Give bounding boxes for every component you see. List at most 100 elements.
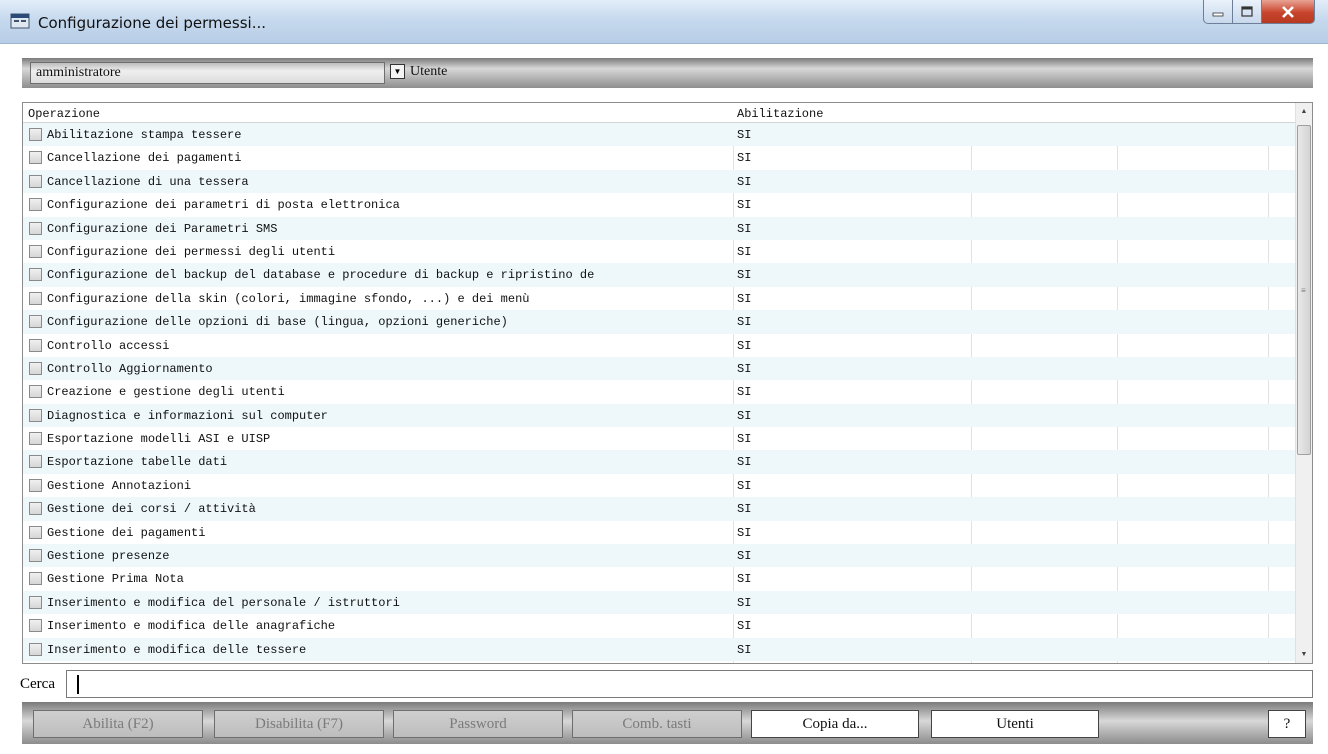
app-icon — [10, 13, 30, 29]
vertical-scrollbar[interactable]: ▲ ≡ ▼ — [1295, 103, 1312, 663]
table-row[interactable]: Configurazione dei permessi degli utenti… — [23, 240, 1297, 263]
operation-cell: Configurazione della skin (colori, immag… — [47, 291, 530, 306]
table-row[interactable]: Creazione e gestione degli utenti SI — [23, 380, 1297, 403]
operation-cell: Creazione e gestione degli utenti — [47, 385, 285, 400]
row-checkbox[interactable] — [29, 221, 42, 235]
column-header-operation[interactable]: Operazione — [28, 107, 100, 121]
disable-button[interactable]: Disabilita (F7) — [214, 710, 384, 738]
row-checkbox[interactable] — [29, 385, 42, 399]
window-title: Configurazione dei permessi... — [38, 14, 266, 32]
row-checkbox[interactable] — [29, 502, 42, 516]
table-row[interactable]: Cancellazione dei pagamenti SI — [23, 146, 1297, 169]
row-checkbox[interactable] — [29, 478, 42, 492]
operation-cell: Abilitazione stampa tessere — [47, 128, 242, 142]
close-button[interactable] — [1261, 0, 1315, 24]
row-checkbox[interactable] — [29, 315, 42, 329]
table-row[interactable]: Controllo Aggiornamento SI — [23, 356, 1297, 381]
row-checkbox[interactable] — [29, 642, 42, 656]
dropdown-arrow-icon[interactable]: ▼ — [390, 64, 405, 79]
enabled-cell: SI — [737, 642, 752, 657]
row-checkbox[interactable] — [29, 619, 42, 633]
row-checkbox[interactable] — [29, 128, 42, 141]
help-button[interactable]: ? — [1268, 710, 1306, 738]
table-row[interactable]: Gestione presenze SI — [23, 544, 1297, 568]
operation-cell: Inserimento e modifica delle anagrafiche — [47, 619, 336, 634]
table-row[interactable]: Inserimento e modifica del personale / i… — [23, 590, 1297, 615]
row-checkbox[interactable] — [29, 244, 42, 258]
table-row[interactable]: Diagnostica e informazioni sul computer S… — [23, 403, 1297, 428]
title-bar: Configurazione dei permessi... — [0, 0, 1328, 44]
enabled-cell: SI — [737, 338, 752, 353]
table-row[interactable]: Controllo accessi SI — [23, 334, 1297, 357]
table-row[interactable]: Configurazione della skin (colori, immag… — [23, 287, 1297, 310]
table-row[interactable]: Configurazione delle opzioni di base (li… — [23, 310, 1297, 334]
password-button[interactable]: Password — [393, 710, 563, 738]
enabled-cell: SI — [737, 595, 752, 610]
enable-button[interactable]: Abilita (F2) — [33, 710, 203, 738]
row-checkbox[interactable] — [29, 174, 42, 188]
enabled-cell: SI — [737, 502, 752, 517]
row-checkbox[interactable] — [29, 338, 42, 352]
operation-cell: Configurazione del backup del database e… — [47, 268, 595, 283]
table-row[interactable]: Gestione Prima Nota SI — [23, 567, 1297, 590]
table-row[interactable]: Esportazione tabelle dati SI — [23, 450, 1297, 474]
grid-header: Operazione Abilitazione — [23, 103, 1297, 123]
table-row[interactable]: Configurazione dei Parametri SMS SI — [23, 216, 1297, 240]
user-toolbar: amministratore ▼ Utente — [22, 58, 1313, 88]
row-checkbox[interactable] — [29, 595, 42, 609]
row-checkbox[interactable] — [29, 151, 42, 165]
row-checkbox[interactable] — [29, 361, 42, 375]
button-bar: Abilita (F2) Disabilita (F7) Password Co… — [22, 702, 1313, 744]
table-row[interactable]: Cancellazione di una tessera SI — [23, 169, 1297, 194]
copy-from-button[interactable]: Copia da... — [751, 710, 919, 738]
user-select[interactable]: amministratore — [30, 62, 385, 84]
table-row[interactable]: Inserimento e modifica delle anagrafiche… — [23, 614, 1297, 637]
scroll-down-icon[interactable]: ▼ — [1296, 646, 1312, 663]
operation-cell: Gestione dei pagamenti — [47, 525, 206, 540]
table-row[interactable]: Esportazione modelli ASI e UISP SI — [23, 427, 1297, 450]
row-checkbox[interactable] — [29, 268, 42, 282]
table-row[interactable]: Configurazione del backup del database e… — [23, 263, 1297, 287]
shortcuts-button[interactable]: Comb. tasti — [572, 710, 742, 738]
enabled-cell: SI — [737, 408, 752, 423]
enabled-cell: SI — [737, 619, 752, 634]
table-row[interactable]: Gestione Annotazioni SI — [23, 474, 1297, 497]
row-checkbox[interactable] — [29, 455, 42, 469]
row-checkbox[interactable] — [29, 432, 42, 446]
table-row[interactable]: Inserimento e modifica delle tessere SI — [23, 637, 1297, 661]
permissions-grid: Operazione Abilitazione Abilitazione sta… — [22, 102, 1313, 664]
maximize-icon — [1241, 6, 1253, 17]
table-row[interactable]: Gestione dei corsi / attività SI — [23, 497, 1297, 521]
operation-cell: Gestione presenze — [47, 549, 170, 564]
enabled-cell: SI — [737, 549, 752, 564]
users-button[interactable]: Utenti — [931, 710, 1099, 738]
row-checkbox[interactable] — [29, 408, 42, 422]
operation-cell: Gestione dei corsi / attività — [47, 502, 256, 517]
column-header-enabled[interactable]: Abilitazione — [737, 107, 823, 121]
close-icon — [1282, 5, 1294, 18]
enabled-cell: SI — [737, 268, 752, 283]
maximize-button[interactable] — [1232, 0, 1262, 24]
row-checkbox[interactable] — [29, 198, 42, 212]
row-checkbox[interactable] — [29, 572, 42, 586]
enabled-cell: SI — [737, 151, 752, 166]
search-input[interactable] — [66, 670, 1313, 698]
row-checkbox[interactable] — [29, 525, 42, 539]
enabled-cell: SI — [737, 572, 752, 587]
scroll-thumb[interactable]: ≡ — [1297, 125, 1311, 455]
operation-cell: Esportazione modelli ASI e UISP — [47, 432, 271, 447]
text-caret — [77, 675, 79, 694]
operation-cell: Gestione Prima Nota — [47, 572, 184, 587]
minimize-icon — [1212, 12, 1224, 16]
minimize-button[interactable] — [1203, 0, 1233, 24]
row-checkbox[interactable] — [29, 549, 42, 563]
enabled-cell: SI — [737, 128, 752, 142]
scroll-up-icon[interactable]: ▲ — [1296, 103, 1312, 120]
row-checkbox[interactable] — [29, 291, 42, 305]
table-row[interactable]: Gestione dei pagamenti SI — [23, 521, 1297, 544]
operation-cell: Cancellazione dei pagamenti — [47, 151, 242, 166]
enabled-cell: SI — [737, 361, 752, 376]
table-row[interactable]: Abilitazione stampa tessere SI — [23, 123, 1297, 147]
operation-cell: Diagnostica e informazioni sul computer — [47, 408, 328, 423]
table-row[interactable]: Configurazione dei parametri di posta el… — [23, 193, 1297, 216]
